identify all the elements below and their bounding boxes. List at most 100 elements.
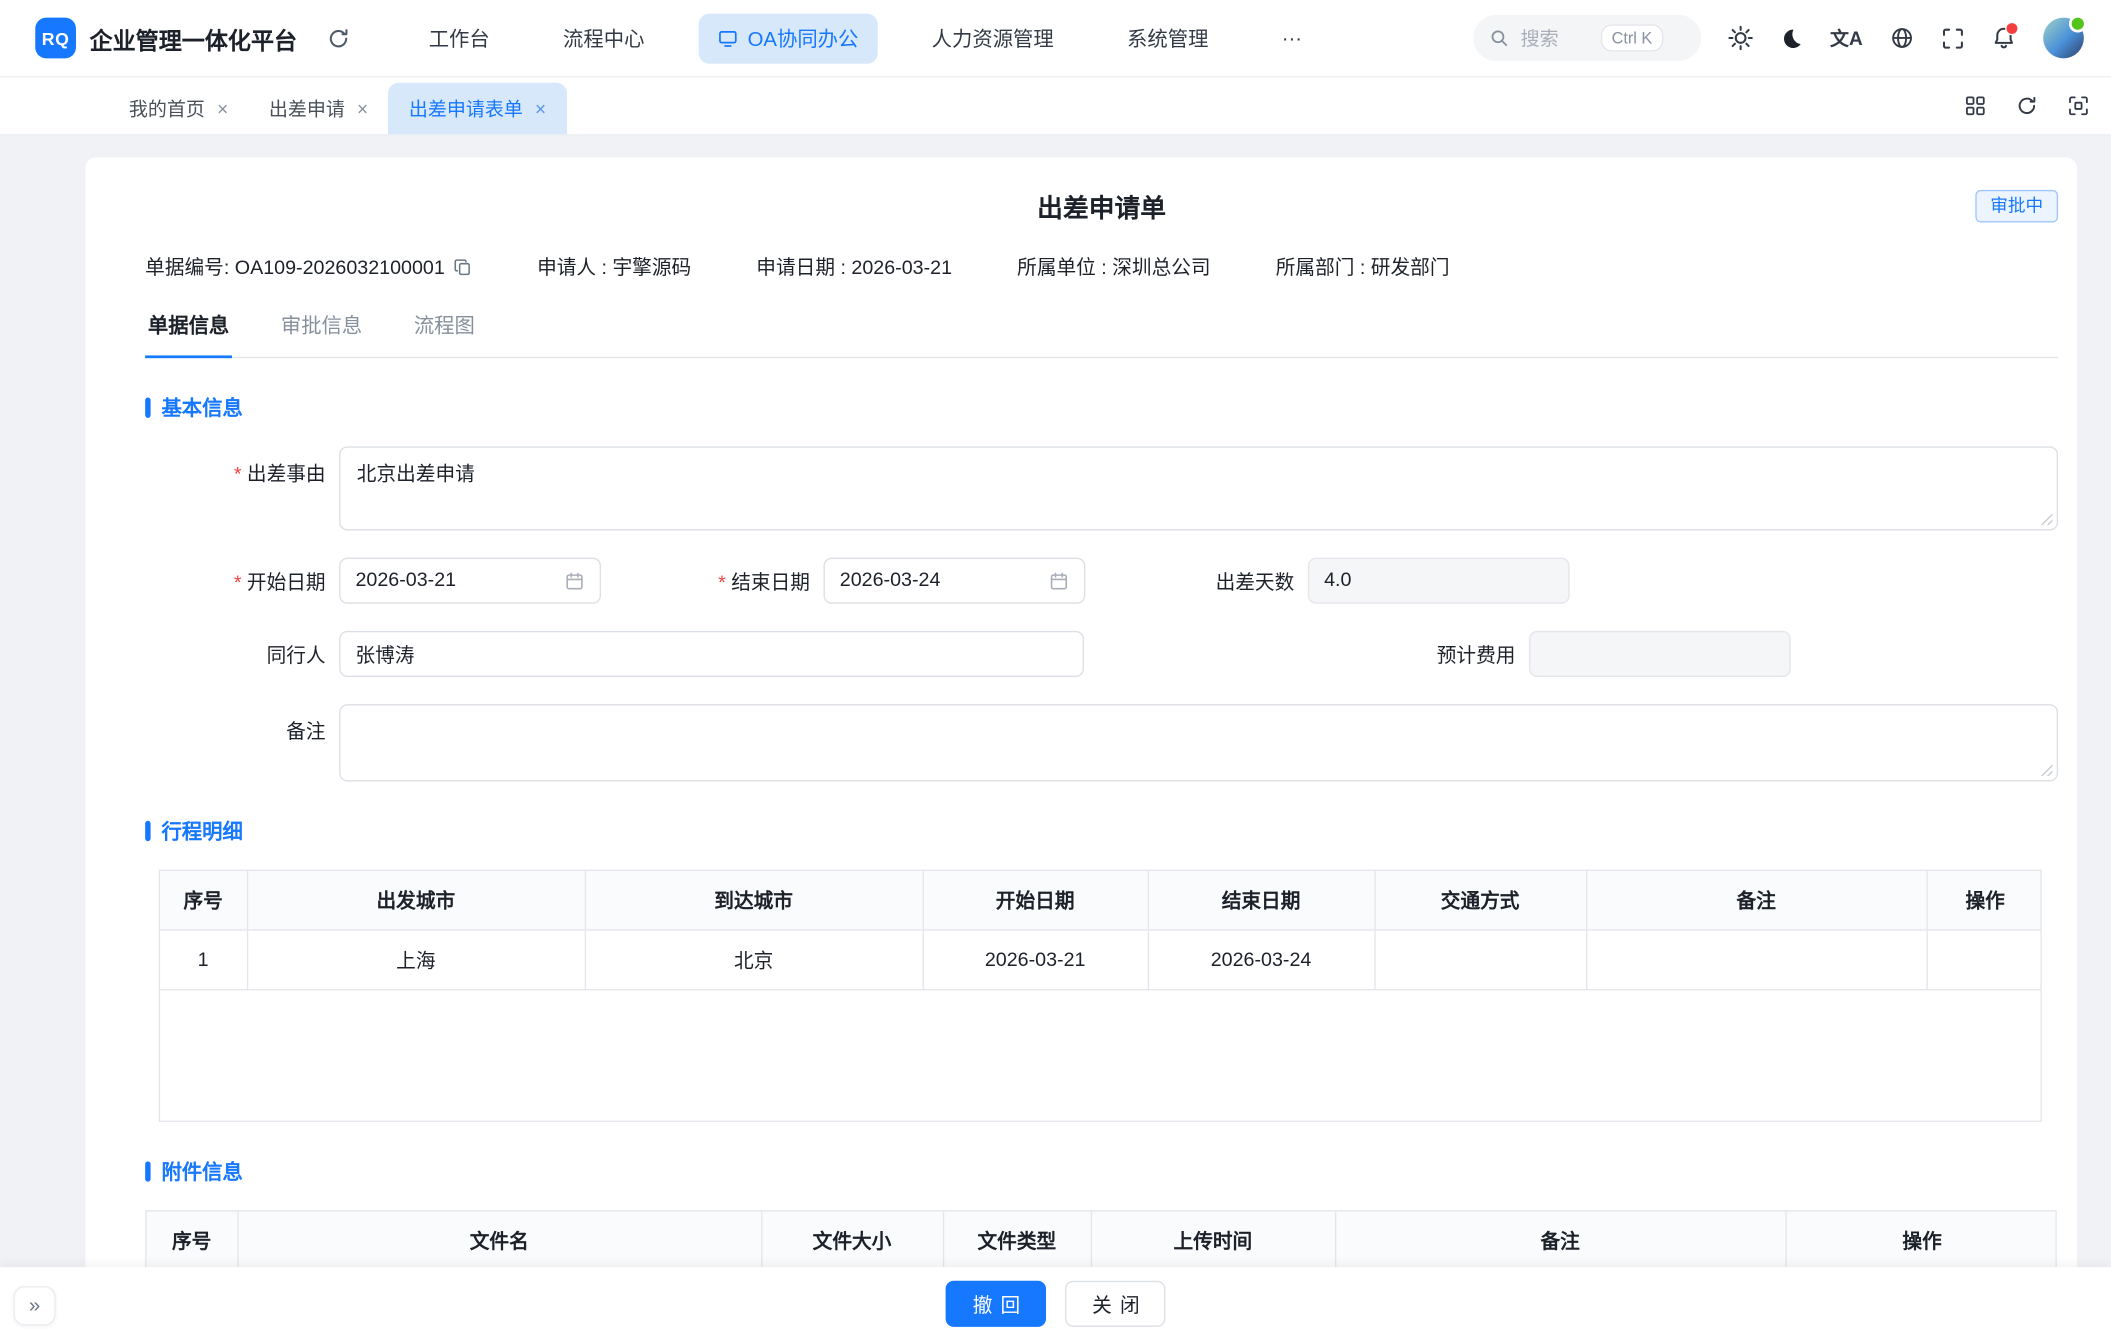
app-logo: RQ [35,18,76,59]
col-actions: 操作 [1926,871,2041,930]
meta-company: 所属单位 : 深圳总公司 [1017,252,1210,280]
tab-document-info[interactable]: 单据信息 [145,311,232,358]
col-start-date: 开始日期 [923,871,1148,930]
calendar-icon[interactable] [564,570,584,590]
remark-textarea[interactable] [339,704,2058,781]
field-label-reason: 出差事由 [145,446,339,487]
oa-office-icon [718,28,738,48]
field-label-start-date: 开始日期 [145,566,339,594]
translate-icon[interactable]: 文A [1830,24,1863,51]
tab-label: 出差申请表单 [409,95,523,122]
tab-flow-chart[interactable]: 流程图 [411,311,477,357]
table-row: 1上海北京2026-03-212026-03-24 [160,930,2042,990]
end-date-value: 2026-03-24 [840,570,941,592]
companion-input[interactable]: 张博涛 [339,631,1084,677]
search-input[interactable] [1518,26,1591,50]
meta-department: 所属部门 : 研发部门 [1276,252,1450,280]
field-label-companion: 同行人 [145,640,339,668]
menu-item-system[interactable]: 系统管理 [1108,13,1227,63]
meta-applicant: 申请人 : 宇擎源码 [537,252,691,280]
section-attachments: 附件信息 [145,1157,2058,1185]
col-file-size: 文件大小 [761,1212,943,1271]
companion-value: 张博涛 [355,640,414,668]
remark-field-wrap [339,704,2058,781]
col-arrival-city: 到达城市 [585,871,923,930]
action-footer: 撤回 关闭 [0,1267,2111,1340]
tab-trip-request[interactable]: 出差申请 × [249,83,389,135]
col-end-date: 结束日期 [1148,871,1375,930]
close-icon[interactable]: × [535,99,546,118]
avatar[interactable] [2043,18,2084,59]
translate-glyph: 文A [1830,24,1863,51]
trip-days-value: 4.0 [1324,570,1351,592]
trip-table-body: 1上海北京2026-03-212026-03-24 [160,930,2042,990]
dark-mode-icon[interactable] [1780,26,1803,49]
section-title: 行程明细 [161,817,242,845]
attachments-table-header: 序号 文件名 文件大小 文件类型 上传时间 备注 操作 [147,1212,2057,1271]
col-actions: 操作 [1785,1212,2056,1271]
menu-item-more[interactable]: ··· [1263,16,1321,61]
table-cell: 北京 [585,930,923,990]
col-file-type: 文件类型 [943,1212,1091,1271]
start-date-input[interactable]: 2026-03-21 [339,558,601,604]
close-icon[interactable]: × [357,99,368,118]
tabbar-actions [1964,76,2089,136]
section-marker [145,1161,150,1181]
form-row-dates: 开始日期 2026-03-21 结束日期 2026-03-24 出差天数 4.0 [145,558,2058,604]
detail-tabs: 单据信息 审批信息 流程图 [145,311,2058,358]
col-file-name: 文件名 [237,1212,761,1271]
field-label-remark: 备注 [145,704,339,745]
calendar-icon[interactable] [1049,570,1069,590]
table-cell: 2026-03-21 [923,930,1148,990]
copy-icon[interactable] [453,257,472,276]
close-button[interactable]: 关闭 [1065,1281,1165,1327]
section-marker [145,398,150,418]
menu-item-workbench[interactable]: 工作台 [410,13,509,63]
menu-item-oa-office[interactable]: OA协同办公 [699,13,878,63]
form-row-companion-cost: 同行人 张博涛 预计费用 [145,631,2058,677]
settings-icon[interactable] [1728,26,1752,50]
search-shortcut: Ctrl K [1601,24,1663,51]
global-search[interactable]: Ctrl K [1473,15,1701,61]
trip-days-input[interactable]: 4.0 [1308,558,1570,604]
reason-textarea[interactable]: 北京出差申请 [339,446,2058,530]
notification-badge [2005,22,2019,36]
tab-approval-info[interactable]: 审批信息 [278,311,365,357]
withdraw-button[interactable]: 撤回 [946,1281,1046,1327]
menu-item-label: 流程中心 [563,24,644,52]
end-date-input[interactable]: 2026-03-24 [824,558,1086,604]
maximize-content-icon[interactable] [2068,95,2090,117]
fullscreen-icon[interactable] [1941,26,1964,49]
table-cell: 上海 [247,930,585,990]
notifications-icon[interactable] [1992,26,2016,50]
search-icon [1489,28,1508,47]
section-basic-info: 基本信息 [145,393,2058,421]
menu-item-label: 工作台 [429,24,490,52]
grid-layout-icon[interactable] [1964,95,1986,117]
section-title: 基本信息 [161,393,242,421]
page-tabbar: 我的首页 × 出差申请 × 出差申请表单 × [0,76,2111,136]
col-remark: 备注 [1335,1212,1785,1271]
form-row-remark: 备注 [145,704,2058,781]
meta-apply-date: 申请日期 : 2026-03-21 [756,252,952,280]
estimated-cost-input[interactable] [1529,631,1791,677]
close-icon[interactable]: × [217,99,228,118]
reload-page-icon[interactable] [2016,95,2038,117]
menu-item-label: 系统管理 [1127,24,1208,52]
table-cell: 2026-03-24 [1148,930,1375,990]
tab-my-home[interactable]: 我的首页 × [109,83,249,135]
globe-icon[interactable] [1890,26,1914,50]
reason-field-wrap: 北京出差申请 [339,446,2058,530]
refresh-icon[interactable] [327,26,350,49]
page-title: 出差申请单 [145,193,2058,228]
menu-item-process-center[interactable]: 流程中心 [544,13,663,63]
col-departure-city: 出发城市 [247,871,585,930]
trip-table-header: 序号 出发城市 到达城市 开始日期 结束日期 交通方式 备注 操作 [160,871,2042,930]
menu-item-hr[interactable]: 人力资源管理 [913,13,1073,63]
brand[interactable]: RQ 企业管理一体化平台 [35,18,297,59]
main-menu: 工作台 流程中心 OA协同办公 人力资源管理 系统管理 ··· [410,13,1321,63]
tab-trip-request-form[interactable]: 出差申请表单 × [389,83,567,135]
meta-text: 所属单位 : 深圳总公司 [1017,252,1210,280]
expand-sidebar-icon[interactable]: » [14,1286,56,1325]
menu-item-label: OA协同办公 [748,24,859,52]
